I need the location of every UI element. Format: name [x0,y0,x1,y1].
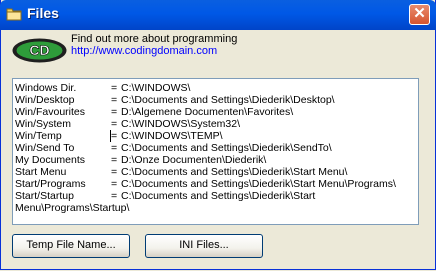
path-key: Start/Startup [15,190,74,202]
close-icon: ✕ [413,5,426,22]
equals-sign: = [111,94,118,106]
equals-sign: = [111,106,118,118]
equals-sign: = [111,154,118,166]
path-value: = C:\WINDOWS\ [111,82,190,94]
path-text: Menu\Programs\Startup\ [15,202,130,214]
codingdomain-logo: CD [12,38,67,63]
close-button[interactable]: ✕ [409,4,430,25]
path-row-continuation: Menu\Programs\Startup\ [15,202,416,214]
path-key: Win/Temp [15,130,62,142]
path-value: = C:\Documents and Settings\Diederik\Star… [111,178,396,190]
path-value: = D:\Algemene Documenten\Favorites\ [111,106,293,118]
promo-link[interactable]: http://www.codingdomain.com [71,45,217,57]
path-text: C:\WINDOWS\System32\ [121,118,241,130]
path-text: C:\Documents and Settings\Diederik\Deskt… [121,94,335,106]
window-title: Files [27,5,59,21]
path-value: = C:\WINDOWS\TEMP\ [111,130,223,142]
equals-sign: = [111,142,118,154]
path-row: Start/Programs = C:\Documents and Settings… [15,178,416,190]
ini-files-button[interactable]: INI Files... [145,234,263,258]
path-row: Win/Favourites = D:\Algemene Documenten\Fa… [15,106,416,118]
temp-file-name-button[interactable]: Temp File Name... [12,234,130,258]
equals-sign: = [111,130,118,142]
path-text: C:\Documents and Settings\Diederik\Start… [121,166,348,178]
path-key: Win/System [15,118,72,130]
files-window: Files ✕ CD Find out more about programmi… [0,0,436,270]
text-caret [110,130,111,142]
path-value: = D:\Onze Documenten\Diederik\ [111,154,266,166]
path-text: C:\Documents and Settings\Diederik\Start… [121,178,396,190]
path-key: Win/Desktop [15,94,75,106]
path-value: = C:\Documents and Settings\Diederik\Desk… [111,94,335,106]
equals-sign: = [111,82,118,94]
path-text: C:\WINDOWS\ [121,82,191,94]
folder-paths-textbox[interactable]: Windows Dir. = C:\WINDOWS\ Win/Desktop = C:\D… [12,78,419,225]
equals-sign: = [111,190,118,202]
title-bar[interactable]: Files ✕ [0,0,436,30]
folder-paths-list: Windows Dir. = C:\WINDOWS\ Win/Desktop = C:\D… [15,82,416,214]
path-key: Start Menu [15,166,67,178]
path-row: Win/Desktop = C:\Documents and Settings\Di… [15,94,416,106]
path-value: = C:\Documents and Settings\Diederik\Send… [111,142,332,154]
path-key: Win/Send To [15,142,75,154]
path-value: = C:\Documents and Settings\Diederik\Star… [111,166,347,178]
path-row: My Documents = D:\Onze Documenten\Diederik… [15,154,416,166]
path-text: C:\WINDOWS\TEMP\ [121,130,223,142]
folder-icon [6,8,22,21]
path-row: Windows Dir. = C:\WINDOWS\ [15,82,416,94]
path-row: Win/Temp = C:\WINDOWS\TEMP\ [15,130,416,142]
equals-sign: = [111,118,118,130]
path-key: My Documents [15,154,86,166]
path-row: Win/System = C:\WINDOWS\System32\ [15,118,416,130]
path-key: Win/Favourites [15,106,86,118]
path-text: D:\Algemene Documenten\Favorites\ [121,106,294,118]
equals-sign: = [111,166,118,178]
equals-sign: = [111,178,118,190]
path-text: C:\Documents and Settings\Diederik\SendT… [121,142,332,154]
path-text: C:\Documents and Settings\Diederik\Start [121,190,316,202]
path-row: Start Menu = C:\Documents and Settings\Die… [15,166,416,178]
logo-text: CD [29,42,49,58]
path-row: Start/Startup = C:\Documents and Settings\… [15,190,416,202]
path-row: Win/Send To = C:\Documents and Settings\Di… [15,142,416,154]
path-text: D:\Onze Documenten\Diederik\ [121,154,267,166]
path-value: = C:\Documents and Settings\Diederik\Star… [111,190,315,202]
path-key: Start/Programs [15,178,86,190]
promo-text: Find out more about programming [71,33,238,45]
path-value: = C:\WINDOWS\System32\ [111,118,240,130]
path-key: Windows Dir. [15,82,77,94]
